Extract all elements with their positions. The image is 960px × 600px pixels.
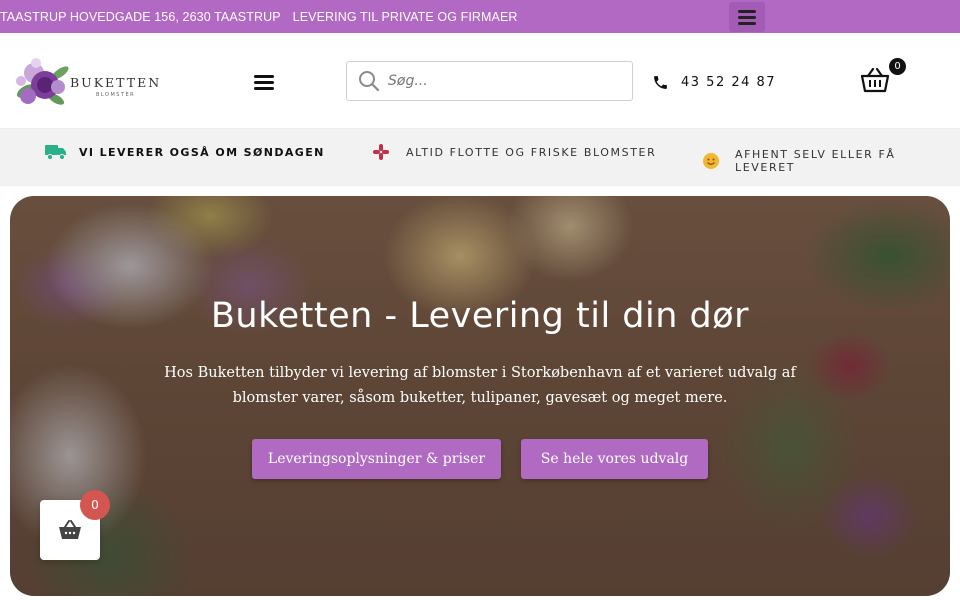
usp-sunday-delivery: VI LEVERER OGSÅ OM SØNDAGEN: [45, 143, 325, 161]
usp-label: VI LEVERER OGSÅ OM SØNDAGEN: [79, 145, 325, 159]
hamburger-icon: [738, 9, 756, 25]
delivery-info-button[interactable]: Leveringsoplysninger & priser: [252, 439, 501, 479]
logo-subtitle: BLOMSTER: [96, 92, 136, 98]
smiley-icon: [703, 153, 719, 169]
hero-banner: Buketten - Levering til din dør Hos Buke…: [10, 196, 950, 596]
phone-link[interactable]: 43 52 24 87: [652, 74, 776, 91]
phone-number: 43 52 24 87: [681, 75, 777, 90]
hero-title: Buketten - Levering til din dør: [210, 296, 750, 336]
store-address: TAASTRUP HOVEDGADE 156, 2630 TAASTRUP: [0, 9, 281, 24]
cart-count-badge: 0: [889, 58, 906, 75]
see-assortment-button[interactable]: Se hele vores udvalg: [521, 439, 708, 479]
top-bar: TAASTRUP HOVEDGADE 156, 2630 TAASTRUP LE…: [0, 0, 960, 33]
main-menu-button[interactable]: [250, 71, 278, 93]
flower-logo-icon: [16, 58, 69, 105]
basket-icon: [59, 520, 81, 539]
basket-icon: [860, 67, 890, 93]
usp-bar: VI LEVERER OGSÅ OM SØNDAGEN ALTID FLOTTE…: [0, 129, 960, 186]
floating-cart-count-badge: 0: [80, 490, 110, 520]
delivery-note: LEVERING TIL PRIVATE OG FIRMAER: [292, 9, 518, 24]
search-icon: [359, 71, 380, 92]
top-menu-button[interactable]: [729, 2, 765, 32]
flower-icon: [373, 144, 389, 160]
search-box[interactable]: [346, 61, 633, 101]
site-header: BUKETTEN BLOMSTER 43 52 24 87 0: [0, 33, 960, 129]
search-input[interactable]: [388, 73, 618, 89]
truck-icon: [45, 145, 66, 160]
site-logo[interactable]: BUKETTEN BLOMSTER: [12, 51, 160, 111]
usp-label: ALTID FLOTTE OG FRISKE BLOMSTER: [406, 145, 657, 159]
logo-wordmark: BUKETTEN: [70, 75, 162, 90]
floating-cart-button[interactable]: 0: [40, 490, 110, 560]
header-cart-button[interactable]: 0: [860, 58, 906, 97]
hero-text: Hos Buketten tilbyder vi levering af blo…: [164, 365, 796, 406]
usp-fresh-flowers: ALTID FLOTTE OG FRISKE BLOMSTER: [372, 143, 656, 161]
usp-label: AFHENT SELV ELLER FÅ LEVERET: [735, 148, 896, 174]
phone-icon: [654, 76, 667, 89]
hamburger-icon: [254, 74, 274, 90]
usp-pickup-or-delivery: AFHENT SELV ELLER FÅ LEVERET: [703, 148, 925, 174]
